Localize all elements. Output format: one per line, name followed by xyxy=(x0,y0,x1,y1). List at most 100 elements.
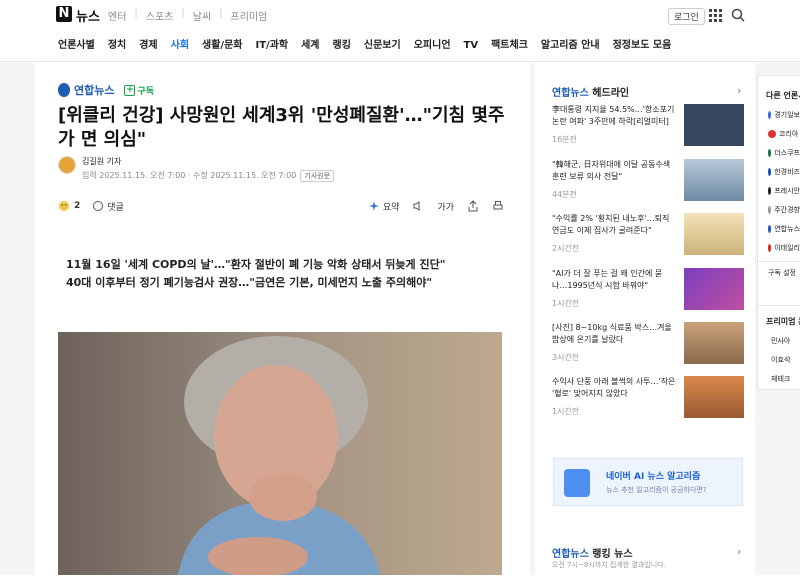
reporter-avatar[interactable] xyxy=(58,156,76,174)
tab-politics[interactable]: 정치 xyxy=(108,36,126,61)
premium-title: 프리미엄 콘텐츠 xyxy=(766,317,800,326)
tab-economy[interactable]: 경제 xyxy=(139,36,157,61)
press-logo-icon xyxy=(768,244,772,252)
login-button[interactable]: 로그인 xyxy=(668,8,705,25)
headline-time: 1시간전 xyxy=(552,299,580,308)
headline-title[interactable]: "韓해군, 日자위대에 이달 공동수색 훈련 보류 의사 전달" xyxy=(552,159,676,183)
original-article-button[interactable]: 기사원문 xyxy=(300,170,335,182)
ranking-press: 연합뉴스 xyxy=(552,549,589,560)
other-press-title: 다른 언론사 xyxy=(766,91,800,100)
press-item[interactable]: 경기일보 xyxy=(768,110,800,120)
headline-title[interactable]: 李대통령 지지율 54.5%…'항소포기 논란 여파' 3주만에 하락[리얼미터… xyxy=(552,104,676,128)
article-summary: 11월 16일 '세계 COPD의 날'…"환자 절반이 폐 기능 악화 상태서… xyxy=(66,256,445,292)
tab-world[interactable]: 세계 xyxy=(301,36,319,61)
chevron-right-icon[interactable]: › xyxy=(737,84,741,97)
subscribe-button[interactable]: + 구독 xyxy=(124,84,154,97)
headline-item[interactable]: 수익사 단풍 아래 볼썩의 사투…'작은 '혈로' 맞어지지 않았다 1시간전 xyxy=(552,376,744,432)
headline-title[interactable]: "AI가 더 잘 푸는 걸 왜 인간에 묻나…1995년식 시험 바꿔야" xyxy=(552,268,676,292)
press-item[interactable]: 프레시안 xyxy=(768,186,800,196)
naver-logo[interactable]: N xyxy=(56,6,72,22)
tab-press[interactable]: 언론사별 xyxy=(58,36,95,61)
premium-item-label: 민사아 xyxy=(771,337,791,345)
headline-item[interactable]: "수익률 2% '횡치된 내노후'…퇴직연금도 이제 집사가 굴려준다" 2시간… xyxy=(552,213,744,269)
headline-title[interactable]: 수익사 단풍 아래 볼썩의 사투…'작은 '혈로' 맞어지지 않았다 xyxy=(552,376,676,400)
reporter-name[interactable]: 김길원 기자 xyxy=(82,156,334,167)
subscription-settings[interactable]: 구독 설정 xyxy=(758,261,800,278)
ai-banner-sub: 뉴스 추천 알고리즘이 궁금하다면? xyxy=(606,486,707,494)
press-item-label: 코리아 xyxy=(779,130,799,138)
tab-life[interactable]: 생활/문화 xyxy=(202,36,242,61)
tab-newspaper[interactable]: 신문보기 xyxy=(364,36,401,61)
headline-thumbnail[interactable] xyxy=(684,376,744,418)
reaction-icon[interactable] xyxy=(58,200,70,212)
tab-society[interactable]: 사회 xyxy=(170,36,190,66)
top-nav: 엔터 | 스포츠 | 날씨 | 프리미엄 xyxy=(108,8,267,23)
premium-item[interactable]: 민사아 xyxy=(768,336,800,346)
press-name[interactable]: 연합뉴스 xyxy=(74,82,114,98)
headline-thumbnail[interactable] xyxy=(684,322,744,364)
ranking-label: 랭킹 뉴스 xyxy=(592,549,633,560)
headline-header[interactable]: 연합뉴스 헤드라인 xyxy=(552,84,629,99)
headline-item[interactable]: 李대통령 지지율 54.5%…'항소포기 논란 여파' 3주만에 하락[리얼미터… xyxy=(552,104,744,160)
tab-tv[interactable]: TV xyxy=(464,36,479,61)
press-item[interactable]: 연합뉴스 xyxy=(768,224,800,234)
apps-grid-icon[interactable] xyxy=(708,8,722,22)
headline-title[interactable]: [사진] 8~10kg 식료품 박스…겨울밥상에 온기를 날랐다 xyxy=(552,322,676,346)
other-press-panel: 다른 언론사 경기일보 코리아 더스쿠프 한경비즈 프레시안 주간경향 연합뉴스… xyxy=(757,75,800,315)
press-item[interactable]: 더스쿠프 xyxy=(768,148,800,158)
comment-label[interactable]: 댓글 xyxy=(107,200,124,213)
share-icon[interactable] xyxy=(467,200,479,212)
headline-thumbnail[interactable] xyxy=(684,213,744,255)
ranking-subtitle: 오전 7시~8시까지 집계한 결과입니다. xyxy=(552,561,666,569)
headline-time: 2시간전 xyxy=(552,244,580,253)
headline-press: 연합뉴스 xyxy=(552,88,589,99)
tab-factcheck[interactable]: 팩트체크 xyxy=(491,36,528,61)
press-item[interactable]: 주간경향 xyxy=(768,205,800,215)
tab-ranking[interactable]: 랭킹 xyxy=(333,36,351,61)
tab-it[interactable]: IT/과학 xyxy=(255,36,288,61)
nav-entertainment[interactable]: 엔터 xyxy=(108,8,126,23)
premium-item-label: 이효석 xyxy=(771,356,791,364)
ai-algorithm-banner[interactable]: 네이버 AI 뉴스 알고리즘 뉴스 추천 알고리즘이 궁금하다면? xyxy=(553,458,743,506)
press-logo[interactable] xyxy=(58,83,70,97)
article-dates-text: 입력 2025.11.15. 오전 7:00 · 수정 2025.11.15. … xyxy=(82,171,297,180)
plus-icon: + xyxy=(124,84,136,96)
chevron-right-icon[interactable]: › xyxy=(737,545,741,558)
nav-weather[interactable]: 날씨 xyxy=(193,8,211,23)
subscribe-label: 구독 xyxy=(137,86,155,97)
headline-thumbnail[interactable] xyxy=(684,268,744,310)
reaction-count: 2 xyxy=(74,201,81,211)
summary-button[interactable]: 요약 xyxy=(368,200,399,213)
press-item[interactable]: 이데일리 xyxy=(768,243,800,253)
headline-item[interactable]: "韓해군, 日자위대에 이달 공동수색 훈련 보류 의사 전달" 44분전 xyxy=(552,159,744,215)
search-icon[interactable] xyxy=(731,8,745,22)
premium-item[interactable]: 재테크 xyxy=(768,374,800,384)
headline-thumbnail[interactable] xyxy=(684,104,744,146)
headline-title[interactable]: "수익률 2% '횡치된 내노후'…퇴직연금도 이제 집사가 굴려준다" xyxy=(552,213,676,237)
sparkle-icon xyxy=(368,201,379,211)
print-icon[interactable] xyxy=(492,200,504,212)
article-photo[interactable] xyxy=(58,332,502,577)
tab-opinion[interactable]: 오피니언 xyxy=(414,36,451,61)
nav-sports[interactable]: 스포츠 xyxy=(146,8,174,23)
category-nav: 언론사별 정치 경제 사회 생활/문화 IT/과학 세계 랭킹 신문보기 오피니… xyxy=(0,36,800,66)
article-dates: 입력 2025.11.15. 오전 7:00 · 수정 2025.11.15. … xyxy=(82,170,335,182)
headline-item[interactable]: [사진] 8~10kg 식료품 박스…겨울밥상에 온기를 날랐다 3시간전 xyxy=(552,322,744,378)
speaker-icon[interactable] xyxy=(412,200,424,212)
separator: | xyxy=(181,8,185,19)
headline-thumbnail[interactable] xyxy=(684,159,744,201)
press-logo-icon xyxy=(768,149,772,157)
tab-algorithm[interactable]: 알고리즘 안내 xyxy=(541,36,600,61)
press-item[interactable]: 코리아 xyxy=(768,129,800,139)
ranking-header[interactable]: 연합뉴스 랭킹 뉴스 xyxy=(552,545,633,560)
press-item[interactable]: 한경비즈 xyxy=(768,167,800,177)
headline-item[interactable]: "AI가 더 잘 푸는 걸 왜 인간에 묻나…1995년식 시험 바꿔야" 1시… xyxy=(552,268,744,324)
nav-premium[interactable]: 프리미엄 xyxy=(231,8,268,23)
premium-item[interactable]: 이효석 xyxy=(768,355,800,365)
ai-banner-title: 네이버 AI 뉴스 알고리즘 xyxy=(606,472,701,482)
font-size-button[interactable]: 가가 xyxy=(437,200,454,213)
press-logo-icon xyxy=(768,225,772,233)
tab-corrections[interactable]: 정정보도 모음 xyxy=(613,36,672,61)
comment-icon[interactable] xyxy=(92,200,104,212)
service-title[interactable]: 뉴스 xyxy=(76,6,100,25)
